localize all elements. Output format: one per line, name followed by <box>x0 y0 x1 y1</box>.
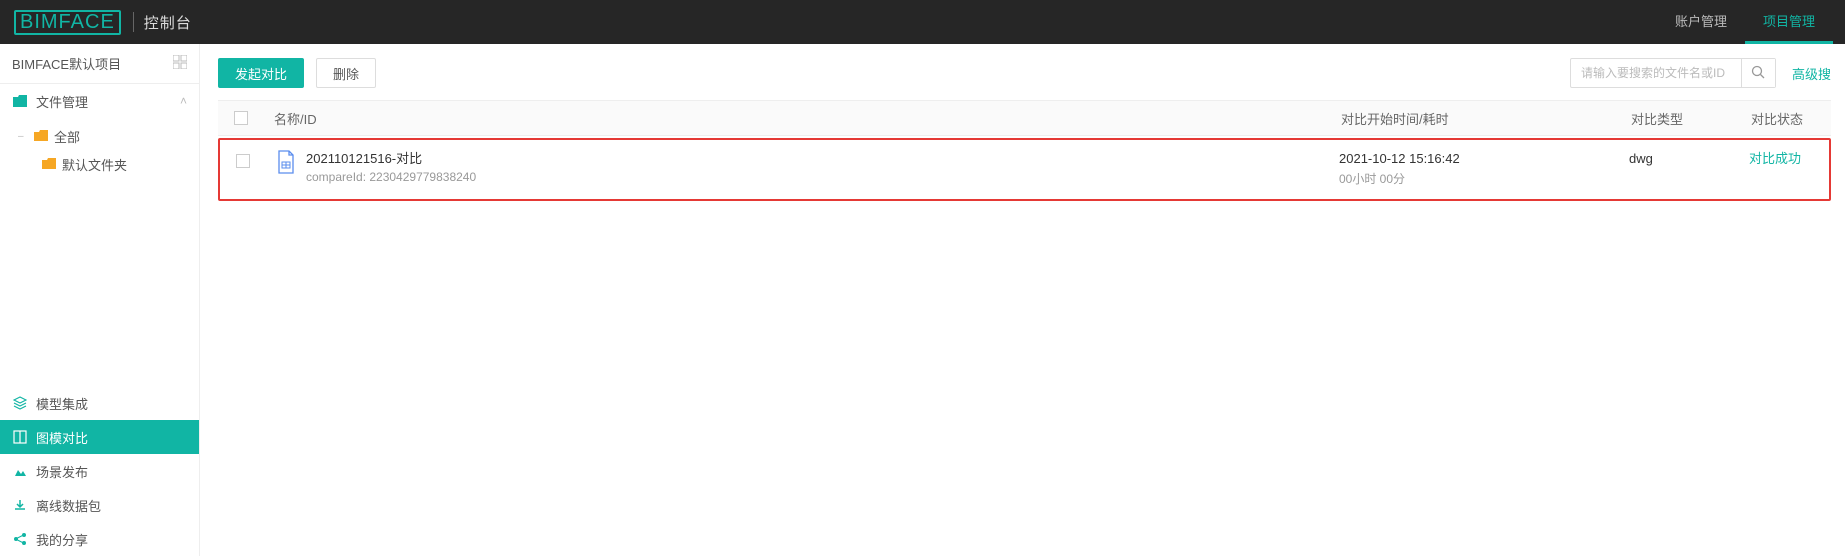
row-name-cell: 202110121516-对比 compareId: 2230429779838… <box>266 150 1339 184</box>
row-duration: 00小时 00分 <box>1339 170 1629 187</box>
row-start-time: 2021-10-12 15:16:42 <box>1339 150 1629 168</box>
search-icon <box>1751 65 1765 79</box>
start-compare-button[interactable]: 发起对比 <box>218 58 304 88</box>
sidebar-item-scene-publish[interactable]: 场景发布 <box>0 454 199 488</box>
toolbar: 发起对比 删除 高级搜 <box>218 58 1831 88</box>
folder-icon <box>12 95 28 107</box>
row-title: 202110121516-对比 <box>306 150 476 168</box>
top-nav: 账户管理 项目管理 <box>1657 0 1833 44</box>
sidebar-item-offline-pkg[interactable]: 离线数据包 <box>0 488 199 522</box>
sidebar: BIMFACE默认项目 文件管理 ˄ – 全部 <box>0 44 200 556</box>
sidebar-item-label: 离线数据包 <box>36 496 101 515</box>
folder-icon <box>34 129 48 144</box>
logo-mark: BIMFACE <box>14 10 121 35</box>
content-area: 发起对比 删除 高级搜 名称/ID 对比开始时间/耗时 对比类型 对比状态 <box>200 44 1845 556</box>
logo-divider <box>133 12 134 32</box>
select-all-checkbox[interactable] <box>234 111 248 125</box>
compare-table: 名称/ID 对比开始时间/耗时 对比类型 对比状态 <box>218 100 1831 201</box>
chevron-up-icon: ˄ <box>180 94 187 108</box>
header-start: 对比开始时间/耗时 <box>1341 109 1631 128</box>
sidebar-item-my-share[interactable]: 我的分享 <box>0 522 199 556</box>
app-grid-icon[interactable] <box>173 55 187 72</box>
advanced-search-link[interactable]: 高级搜 <box>1788 64 1831 83</box>
folder-icon <box>42 157 56 172</box>
project-block: BIMFACE默认项目 <box>0 44 199 84</box>
row-compare-id: compareId: 2230429779838240 <box>306 170 476 184</box>
table-body: 202110121516-对比 compareId: 2230429779838… <box>218 138 1831 201</box>
row-checkbox-cell <box>220 150 266 168</box>
tree-root[interactable]: – 全部 <box>0 122 199 150</box>
header-status: 对比状态 <box>1751 109 1831 128</box>
header-type: 对比类型 <box>1631 109 1751 128</box>
sidebar-item-label: 文件管理 <box>36 92 88 111</box>
tree-root-label: 全部 <box>54 127 80 146</box>
download-icon <box>12 498 28 512</box>
header-name: 名称/ID <box>264 109 1341 128</box>
table-row[interactable]: 202110121516-对比 compareId: 2230429779838… <box>218 138 1831 201</box>
project-name: BIMFACE默认项目 <box>12 54 121 73</box>
tree-child[interactable]: 默认文件夹 <box>0 150 199 178</box>
share-icon <box>12 532 28 546</box>
header-checkbox-cell <box>218 111 264 125</box>
row-checkbox[interactable] <box>236 154 250 168</box>
nav-project[interactable]: 项目管理 <box>1745 0 1833 44</box>
sidebar-item-compare[interactable]: 图模对比 <box>0 420 199 454</box>
search-button[interactable] <box>1741 59 1775 87</box>
sidebar-item-label: 场景发布 <box>36 462 88 481</box>
row-status: 对比成功 <box>1749 150 1829 168</box>
file-icon <box>276 150 298 176</box>
row-start-cell: 2021-10-12 15:16:42 00小时 00分 <box>1339 150 1629 187</box>
sidebar-item-file-mgmt[interactable]: 文件管理 ˄ <box>0 84 199 118</box>
search-input[interactable] <box>1571 66 1741 80</box>
tree-toggle-icon[interactable]: – <box>18 131 28 142</box>
tree-child-label: 默认文件夹 <box>62 155 127 174</box>
delete-button[interactable]: 删除 <box>316 58 376 88</box>
search-box <box>1570 58 1776 88</box>
sidebar-item-label: 图模对比 <box>36 428 88 447</box>
top-header: BIMFACE 控制台 账户管理 项目管理 <box>0 0 1845 44</box>
compare-icon <box>12 430 28 444</box>
table-header: 名称/ID 对比开始时间/耗时 对比类型 对比状态 <box>218 100 1831 136</box>
console-title: 控制台 <box>144 12 192 33</box>
nav-account[interactable]: 账户管理 <box>1657 0 1745 44</box>
scene-icon <box>12 464 28 478</box>
sidebar-item-label: 模型集成 <box>36 394 88 413</box>
sidebar-item-model-integration[interactable]: 模型集成 <box>0 386 199 420</box>
sidebar-item-label: 我的分享 <box>36 530 88 549</box>
layers-icon <box>12 396 28 410</box>
folder-tree: – 全部 默认文件夹 <box>0 118 199 182</box>
row-type: dwg <box>1629 150 1749 168</box>
logo: BIMFACE 控制台 <box>14 10 192 35</box>
row-type-cell: dwg <box>1629 150 1749 168</box>
row-status-cell: 对比成功 <box>1749 150 1829 168</box>
